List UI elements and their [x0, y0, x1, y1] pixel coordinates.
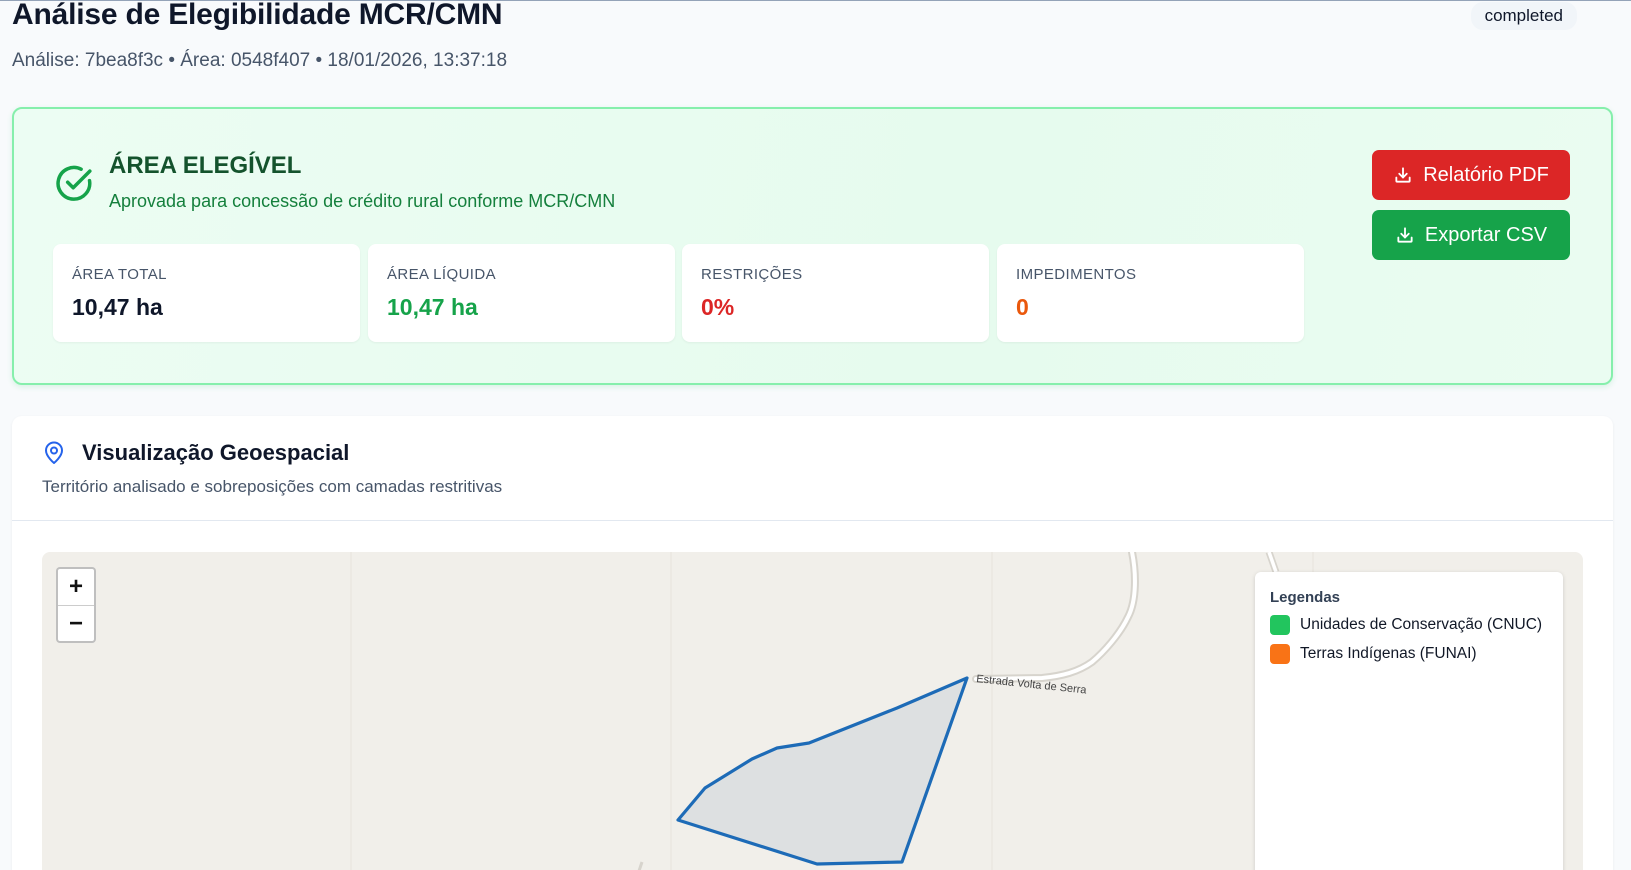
eligibility-description: Aprovada para concessão de crédito rural…: [109, 191, 616, 211]
stat-value: 10,47 ha: [72, 294, 163, 320]
page: Análise de Elegibilidade MCR/CMN Análise…: [0, 0, 1631, 870]
stat-value: 0%: [701, 294, 735, 320]
geospatial-description: Território analisado e sobreposições com…: [42, 477, 503, 496]
stat-label: ÁREA TOTAL: [72, 266, 167, 283]
stat-label: RESTRIÇÕES: [701, 266, 803, 283]
export-csv-label: Exportar CSV: [1424, 223, 1548, 246]
eligibility-card: ÁREA ELEGÍVEL Aprovada para concessão de…: [12, 107, 1613, 385]
zoom-in-button[interactable]: +: [58, 569, 94, 605]
divider: [12, 520, 1613, 521]
pdf-report-button[interactable]: Relatório PDF: [1372, 150, 1570, 200]
road: [974, 552, 1137, 681]
road-casing: [972, 552, 1139, 683]
page-title: Análise de Elegibilidade MCR/CMN: [12, 0, 503, 31]
map-legend: Legendas Unidades de Conservação (CNUC) …: [1255, 572, 1563, 870]
stat-card-impedimentos: IMPEDIMENTOS 0: [997, 244, 1304, 342]
stat-value: 0: [1016, 294, 1029, 320]
stat-card-restricoes: RESTRIÇÕES 0%: [682, 244, 989, 342]
geospatial-card: Visualização Geoespacial Território anal…: [12, 416, 1613, 870]
legend-title: Legendas: [1270, 589, 1341, 606]
legend-label: Unidades de Conservação (CNUC): [1300, 616, 1543, 633]
export-csv-button[interactable]: Exportar CSV: [1372, 210, 1570, 260]
stat-label: IMPEDIMENTOS: [1016, 266, 1137, 283]
eligibility-status-title: ÁREA ELEGÍVEL: [109, 152, 302, 179]
legend-item-cnuc: Unidades de Conservação (CNUC): [1270, 615, 1542, 635]
analyzed-area-polygon[interactable]: [676, 676, 969, 866]
check-circle-icon: [56, 165, 92, 201]
download-icon: [1395, 167, 1411, 183]
legend-item-funai: Terras Indígenas (FUNAI): [1270, 644, 1477, 664]
download-icon: [1397, 227, 1413, 243]
status-badge: completed: [1470, 2, 1577, 30]
zoom-control: + −: [56, 567, 96, 643]
geospatial-title: Visualização Geoespacial: [82, 440, 350, 465]
map[interactable]: Estrada Volta de Serra + − Legendas Unid…: [42, 552, 1583, 870]
stat-card-area-total: ÁREA TOTAL 10,47 ha: [53, 244, 360, 342]
analysis-meta: Análise: 7bea8f3c • Área: 0548f407 • 18/…: [12, 50, 508, 71]
stat-value: 10,47 ha: [387, 294, 478, 320]
legend-swatch: [1270, 615, 1290, 635]
legend-label: Terras Indígenas (FUNAI): [1300, 645, 1477, 662]
road-casing: [637, 861, 644, 870]
stat-label: ÁREA LÍQUIDA: [387, 266, 497, 283]
map-pin-icon: [45, 441, 63, 464]
zoom-out-button[interactable]: −: [58, 605, 94, 641]
legend-swatch: [1270, 644, 1290, 664]
stat-card-area-liquida: ÁREA LÍQUIDA 10,47 ha: [368, 244, 675, 342]
pdf-report-label: Relatório PDF: [1423, 163, 1549, 186]
